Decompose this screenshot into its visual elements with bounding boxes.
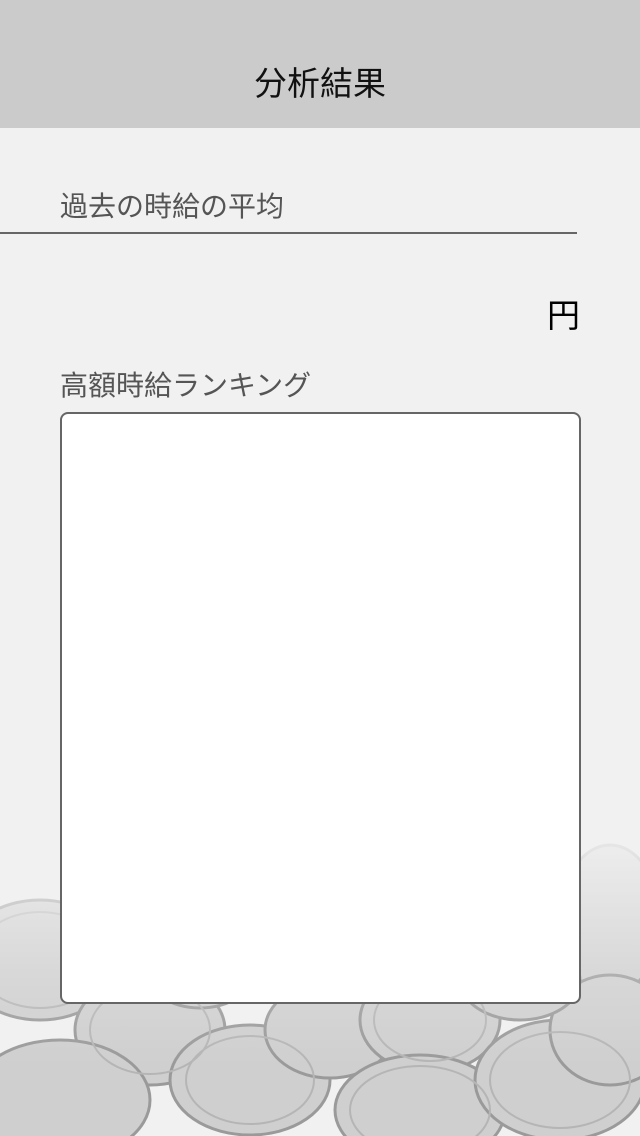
ranking-label: 高額時給ランキング <box>60 369 312 402</box>
average-divider <box>0 232 577 234</box>
average-wage-label: 過去の時給の平均 <box>60 190 285 223</box>
yen-unit: 円 <box>547 296 580 335</box>
page-title: 分析結果 <box>254 64 386 103</box>
average-wage-value: 円 <box>547 296 580 336</box>
ranking-list[interactable] <box>60 412 581 1004</box>
navigation-bar: 分析結果 <box>0 0 640 128</box>
